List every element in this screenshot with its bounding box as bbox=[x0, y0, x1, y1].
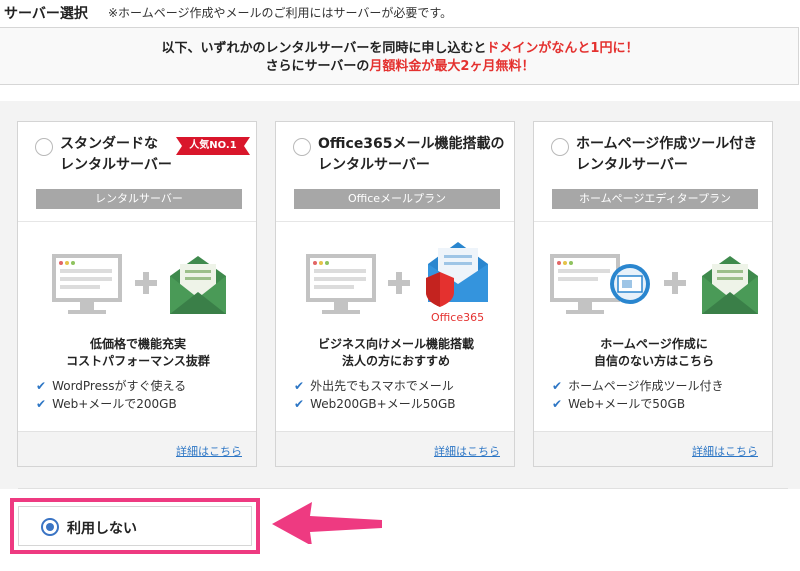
plan-description: ホームページ作成に 自信のない方はこちら bbox=[534, 336, 774, 370]
office365-logo-text: Office365 bbox=[431, 311, 485, 324]
check-icon: ✔ bbox=[294, 379, 305, 393]
feature-text: ホームページ作成ツール付き bbox=[568, 379, 724, 393]
detail-link[interactable]: 詳細はこちら bbox=[176, 443, 242, 459]
plan-radio-office365[interactable] bbox=[293, 138, 311, 156]
plus-icon bbox=[135, 272, 157, 294]
plan-category-bar: レンタルサーバー bbox=[36, 189, 242, 209]
plan-desc-line1: ホームページ作成に bbox=[600, 337, 708, 351]
promo-line-2-highlight: 月額料金が最大2ヶ月無料！ bbox=[369, 59, 535, 74]
check-icon: ✔ bbox=[294, 397, 305, 411]
plan-radio-homepage-editor[interactable] bbox=[551, 138, 569, 156]
no-use-radio[interactable] bbox=[41, 518, 59, 536]
plan-title: スタンダードな レンタルサーバー bbox=[60, 134, 172, 176]
no-use-highlight-box: 利用しない bbox=[10, 498, 260, 554]
plan-desc-line1: ビジネス向けメール機能搭載 bbox=[317, 337, 474, 351]
plan-title: ホームページ作成ツール付き レンタルサーバー bbox=[576, 134, 757, 176]
plan-title-line2: レンタルサーバー bbox=[318, 157, 430, 173]
feature-item: ✔ Web200GB+メール50GB bbox=[294, 395, 456, 412]
promo-line-2: さらにサーバーの月額料金が最大2ヶ月無料！ bbox=[0, 55, 800, 74]
plan-desc-line2: コストパフォーマンス抜群 bbox=[66, 354, 210, 368]
plan-radio-standard[interactable] bbox=[35, 138, 53, 156]
plan-description: 低価格で機能充実 コストパフォーマンス抜群 bbox=[18, 336, 258, 370]
promo-line-1-highlight: ドメインがなんと1円に！ bbox=[486, 41, 639, 56]
monitor-icon bbox=[306, 254, 376, 314]
feature-item: ✔ ホームページ作成ツール付き bbox=[552, 377, 723, 394]
feature-text: Web200GB+メール50GB bbox=[310, 397, 456, 411]
promo-banner: 以下、いずれかのレンタルサーバーを同時に申し込むとドメインがなんと1円に！ さら… bbox=[0, 27, 799, 85]
detail-link[interactable]: 詳細はこちら bbox=[692, 443, 758, 459]
plan-description: ビジネス向けメール機能搭載 法人の方におすすめ bbox=[276, 336, 516, 370]
plan-title-line1: Office365メール機能搭載の bbox=[318, 136, 505, 152]
plus-icon bbox=[388, 272, 410, 294]
plan-title-line1: スタンダードな bbox=[60, 136, 158, 152]
no-use-option[interactable]: 利用しない bbox=[18, 506, 252, 546]
plan-title: Office365メール機能搭載の レンタルサーバー bbox=[318, 134, 505, 176]
check-icon: ✔ bbox=[552, 397, 563, 411]
check-icon: ✔ bbox=[552, 379, 563, 393]
plan-card-office365[interactable]: Office365メール機能搭載の レンタルサーバー Officeメールプラン bbox=[275, 121, 515, 467]
section-title: サーバー選択 bbox=[4, 6, 88, 22]
feature-text: WordPressがすぐ使える bbox=[52, 379, 187, 393]
promo-line-2-text: さらにサーバーの bbox=[265, 59, 370, 74]
pointer-arrow-icon bbox=[272, 502, 382, 544]
plan-category-bar: ホームページエディタープラン bbox=[552, 189, 758, 209]
feature-item: ✔ Web+メールで200GB bbox=[36, 395, 177, 412]
plus-icon bbox=[664, 272, 686, 294]
feature-item: ✔ 外出先でもスマホでメール bbox=[294, 377, 454, 394]
editor-badge-icon bbox=[610, 264, 650, 304]
feature-text: 外出先でもスマホでメール bbox=[310, 379, 454, 393]
divider bbox=[18, 221, 256, 222]
plan-title-line1: ホームページ作成ツール付き bbox=[576, 136, 758, 152]
plan-title-line2: レンタルサーバー bbox=[576, 157, 688, 173]
divider bbox=[534, 221, 772, 222]
plan-category-bar: Officeメールプラン bbox=[294, 189, 500, 209]
monitor-plus-envelope-illustration bbox=[52, 254, 226, 314]
popular-badge: 人気NO.1 bbox=[176, 137, 250, 155]
editor-monitor-plus-envelope-illustration bbox=[550, 254, 758, 314]
card-footer: 詳細はこちら bbox=[534, 431, 772, 466]
check-icon: ✔ bbox=[36, 379, 47, 393]
monitor-icon bbox=[52, 254, 122, 314]
envelope-icon bbox=[170, 256, 226, 314]
card-footer: 詳細はこちら bbox=[18, 431, 256, 466]
header-row: サーバー選択 ※ホームページ作成やメールのご利用にはサーバーが必要です。 bbox=[0, 0, 800, 26]
card-footer: 詳細はこちら bbox=[276, 431, 514, 466]
check-icon: ✔ bbox=[36, 397, 47, 411]
plan-desc-line2: 法人の方におすすめ bbox=[341, 354, 450, 368]
divider bbox=[276, 221, 514, 222]
plan-card-standard[interactable]: スタンダードな レンタルサーバー 人気NO.1 レンタルサーバー 低価格で機能充… bbox=[17, 121, 257, 467]
monitor-icon bbox=[550, 254, 620, 314]
feature-item: ✔ WordPressがすぐ使える bbox=[36, 377, 186, 394]
separator bbox=[18, 488, 788, 489]
no-use-label: 利用しない bbox=[67, 521, 137, 537]
server-required-note: ※ホームページ作成やメールのご利用にはサーバーが必要です。 bbox=[108, 6, 453, 20]
promo-line-1: 以下、いずれかのレンタルサーバーを同時に申し込むとドメインがなんと1円に！ bbox=[0, 37, 800, 56]
envelope-icon bbox=[702, 256, 758, 314]
plan-title-line2: レンタルサーバー bbox=[60, 157, 172, 173]
detail-link[interactable]: 詳細はこちら bbox=[434, 443, 500, 459]
feature-item: ✔ Web+メールで50GB bbox=[552, 395, 685, 412]
plan-desc-line1: 低価格で機能充実 bbox=[89, 337, 186, 351]
plan-card-homepage-editor[interactable]: ホームページ作成ツール付き レンタルサーバー ホームページエディタープラン ホー… bbox=[533, 121, 773, 467]
feature-text: Web+メールで50GB bbox=[568, 397, 686, 411]
plan-desc-line2: 自信のない方はこちら bbox=[593, 354, 714, 368]
promo-line-1-text: 以下、いずれかのレンタルサーバーを同時に申し込むと bbox=[161, 41, 487, 56]
feature-text: Web+メールで200GB bbox=[52, 397, 177, 411]
